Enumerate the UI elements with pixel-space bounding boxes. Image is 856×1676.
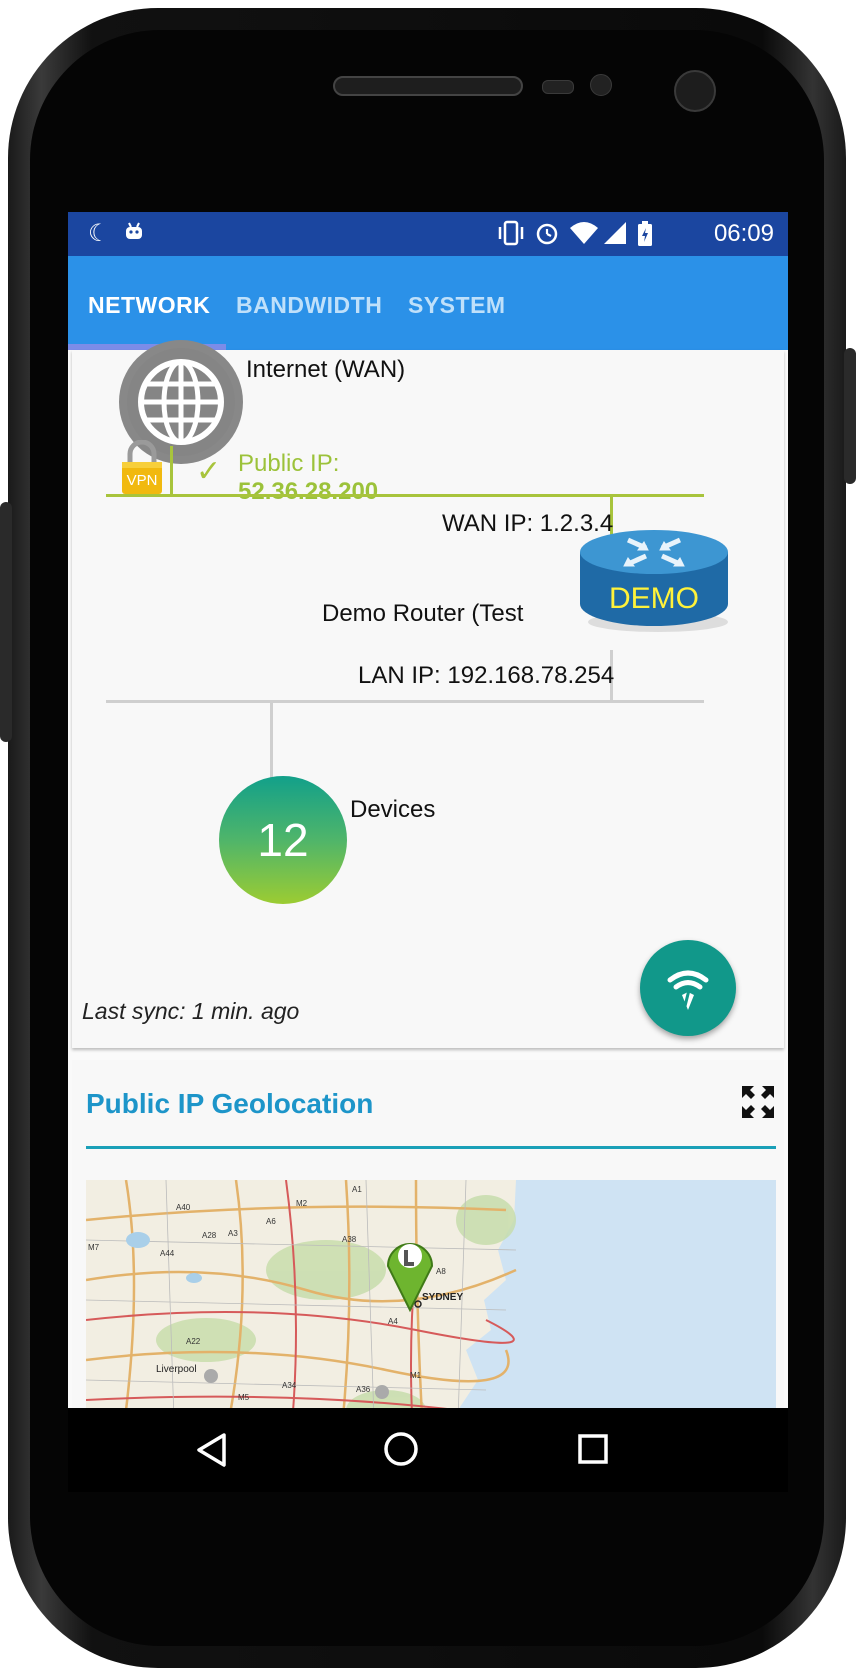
- wan-link-line: [170, 446, 173, 494]
- map-road-label: A8: [436, 1267, 446, 1276]
- status-bar: ☾ 06:09: [68, 212, 788, 256]
- map-city-label-liverpool: Liverpool: [156, 1364, 197, 1375]
- light-sensor: [590, 74, 612, 96]
- map-road-label: M1: [410, 1371, 422, 1380]
- map-road-label: A36: [356, 1385, 371, 1394]
- check-icon: ✓: [196, 455, 222, 488]
- battery-icon: [636, 220, 654, 255]
- wifi-icon: [568, 220, 600, 253]
- internet-label: Internet (WAN): [246, 356, 406, 383]
- lan-ip-label: LAN IP: 192.168.78.254: [358, 662, 615, 689]
- devices-label: Devices: [350, 796, 436, 823]
- map-road-label: M5: [238, 1393, 250, 1402]
- last-sync-label: Last sync: 1 min. ago: [82, 998, 300, 1024]
- map-city-label-sydney: SYDNEY: [422, 1292, 463, 1303]
- devices-link-line: [270, 702, 273, 778]
- map-road-label: A22: [186, 1337, 201, 1346]
- map-road-label: M2: [296, 1199, 308, 1208]
- map-road-label: A44: [160, 1249, 175, 1258]
- power-button: [844, 348, 856, 484]
- tab-bandwidth[interactable]: BANDWIDTH: [236, 292, 382, 319]
- lan-bus-line: [106, 700, 704, 703]
- tab-bar: NETWORK BANDWIDTH SYSTEM: [68, 256, 788, 350]
- signal-icon: [602, 220, 628, 253]
- map-road-label: A3: [228, 1229, 238, 1238]
- earpiece-speaker: [333, 76, 523, 96]
- map-road-label: A6: [266, 1217, 276, 1226]
- vpn-lock-icon[interactable]: VPN: [120, 439, 164, 496]
- map-road-label: A4: [388, 1317, 398, 1326]
- vibrate-icon: [496, 220, 526, 253]
- map-road-label: A40: [176, 1203, 191, 1212]
- wifi-scan-fab[interactable]: [640, 940, 736, 1036]
- recents-icon[interactable]: [576, 1432, 610, 1466]
- router-name-label[interactable]: Demo Router (Test: [322, 600, 523, 628]
- proximity-sensor: [542, 80, 574, 94]
- geolocation-divider: [86, 1146, 776, 1149]
- map-road-label: M7: [88, 1243, 100, 1252]
- devices-count-badge[interactable]: 12: [219, 776, 347, 904]
- network-map-card: Internet (WAN) VPN ✓ Public IP: 52.36.28…: [72, 340, 784, 1048]
- volume-button: [0, 502, 12, 742]
- home-icon[interactable]: [382, 1430, 420, 1468]
- public-ip-value[interactable]: 52.36.28.200: [238, 478, 378, 506]
- status-time: 06:09: [713, 220, 774, 247]
- map-road-label: A34: [282, 1381, 297, 1390]
- tab-system[interactable]: SYSTEM: [408, 292, 506, 319]
- map-road-label: A28: [202, 1231, 217, 1240]
- internet-bus-line: [106, 494, 704, 497]
- navigation-bar: [68, 1408, 788, 1492]
- map-road-label: A1: [352, 1185, 362, 1194]
- front-camera: [674, 70, 716, 112]
- public-ip-label: Public IP:: [238, 450, 340, 477]
- geolocation-title: Public IP Geolocation: [86, 1088, 374, 1119]
- android-icon: [122, 220, 146, 251]
- screen: ☾ 06:09 NETWORK BANDWIDTH SYSTEM Interne…: [68, 212, 788, 1492]
- vpn-badge-label: VPN: [126, 472, 158, 489]
- wifi-icon: [667, 970, 709, 1011]
- tab-network[interactable]: NETWORK: [88, 292, 210, 319]
- map-road-label: A38: [342, 1235, 357, 1244]
- fullscreen-icon[interactable]: [740, 1084, 776, 1120]
- back-icon[interactable]: [194, 1432, 228, 1468]
- moon-icon: ☾: [88, 220, 110, 247]
- demo-badge-label: DEMO: [609, 582, 699, 615]
- router-icon[interactable]: DEMO: [576, 526, 732, 636]
- alarm-icon: [534, 220, 560, 253]
